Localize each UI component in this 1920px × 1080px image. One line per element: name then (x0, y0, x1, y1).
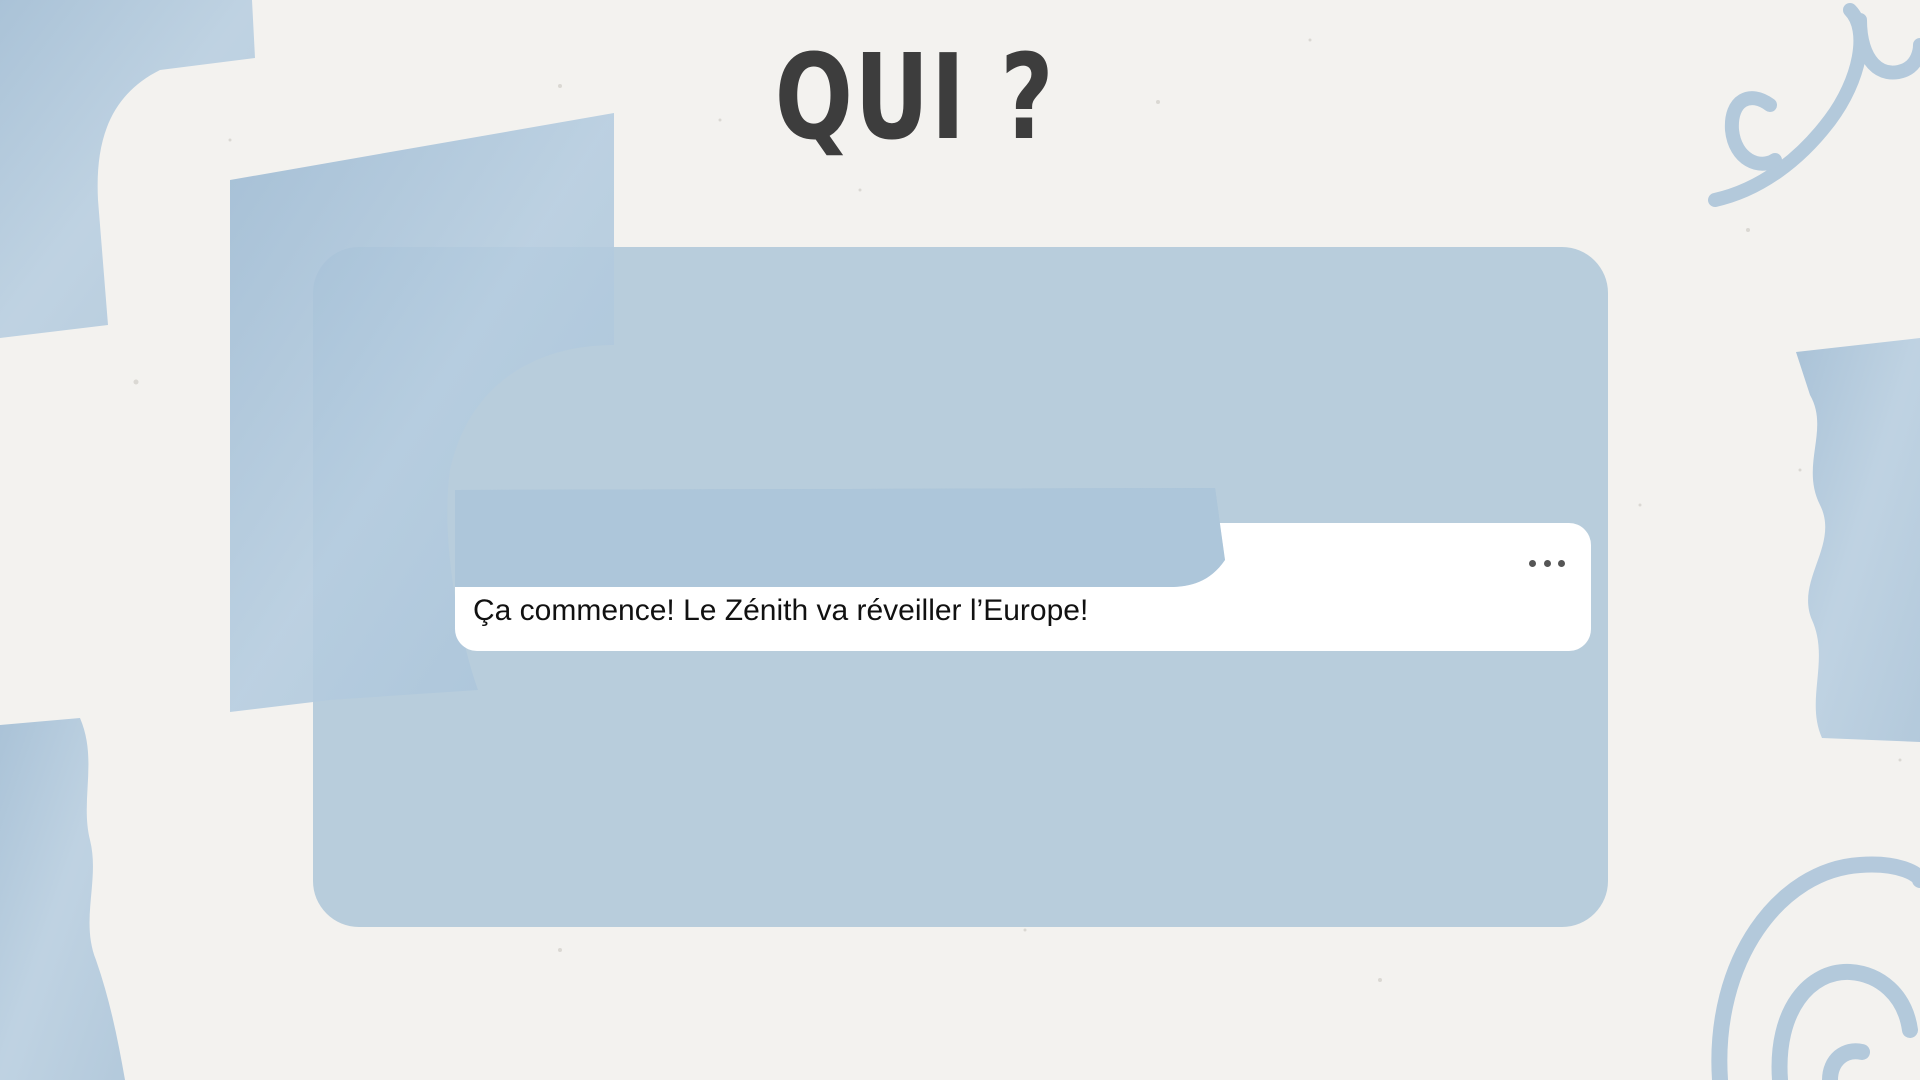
slide-title: QUI ? (774, 28, 1056, 166)
more-horizontal-icon (1543, 559, 1551, 567)
more-horizontal-icon (1558, 559, 1565, 567)
post-text: Ça commence! Le Zénith va réveiller l’Eu… (473, 594, 1089, 627)
post-card: Ça commence! Le Zénith va réveiller l’Eu… (455, 523, 1591, 651)
more-options-button[interactable] (1529, 551, 1565, 575)
more-horizontal-icon (1529, 559, 1536, 567)
